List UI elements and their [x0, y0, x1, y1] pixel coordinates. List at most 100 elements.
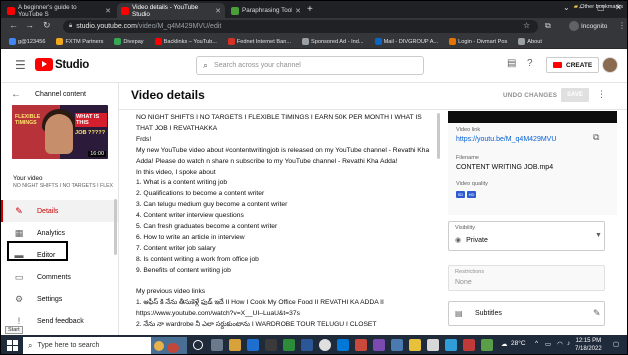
edge-icon[interactable] [337, 339, 349, 351]
pencil-icon[interactable]: ✎ [593, 308, 601, 319]
bookmark-item[interactable]: Login - Divmart Pos [449, 38, 507, 45]
bookmark-item[interactable]: About [518, 38, 542, 45]
photos-icon[interactable] [355, 339, 367, 351]
more-options-icon[interactable]: ⋮ [597, 89, 606, 100]
youtube-logo-icon [35, 58, 53, 71]
app-icon[interactable] [409, 339, 421, 351]
temperature-label[interactable]: 28°C [511, 340, 526, 347]
left-sidebar: ← Channel content FLEXIBLE TIMINGS WHAT … [1, 83, 119, 339]
visibility-value: Private [466, 236, 488, 244]
taskbar-search-input[interactable]: ⌕ Type here to search [23, 337, 151, 354]
sidebar-item-comments[interactable]: ▭ Comments [1, 266, 118, 288]
video-preview-player[interactable] [448, 111, 617, 123]
close-tab-icon[interactable]: ✕ [105, 7, 111, 15]
tab-youtube-guide[interactable]: A beginner's guide to YouTube S ✕ [3, 3, 115, 18]
weather-icon[interactable]: ☁ [501, 340, 508, 348]
star-icon[interactable]: ☆ [523, 21, 530, 30]
youtube-favicon-icon [121, 6, 129, 15]
sidebar-scrollbar[interactable] [114, 199, 117, 255]
app-icon[interactable] [481, 339, 493, 351]
video-info-card: Video link https://youtu.be/M_q4M429MVU … [448, 123, 617, 215]
tray-chevron-icon[interactable]: ^ [535, 340, 538, 347]
close-tab-icon[interactable]: ✕ [295, 7, 301, 15]
system-clock[interactable]: 12:15 PM 7/18/2022 [575, 337, 602, 353]
sidebar-item-settings[interactable]: ⚙ Settings [1, 288, 118, 310]
sidebar-item-details[interactable]: ✎ Details [1, 200, 118, 222]
bookmark-item[interactable]: Backlinks – YouTub... [154, 38, 217, 45]
forward-arrow-icon[interactable]: → [25, 20, 34, 30]
app-icon[interactable] [445, 339, 457, 351]
new-tab-icon[interactable]: + [307, 4, 313, 15]
account-avatar[interactable] [602, 57, 618, 73]
app-icon[interactable] [427, 339, 439, 351]
bookmark-label: Login - Divmart Pos [458, 38, 508, 45]
reload-icon[interactable]: ↻ [43, 20, 51, 31]
filename-value: CONTENT WRITING JOB.mp4 [456, 164, 554, 171]
battery-icon[interactable]: ▭ [545, 340, 551, 348]
bookmark-item[interactable]: Mail - DIVGROUP A... [374, 38, 438, 45]
restrictions-label: Restrictions [455, 269, 485, 275]
sidebar-item-label: Details [37, 207, 59, 215]
file-explorer-icon[interactable] [229, 339, 241, 351]
mail-icon[interactable] [247, 339, 259, 351]
task-view-icon[interactable] [211, 339, 223, 351]
thumbnail-right-top-text: WHAT IS THIS [75, 113, 107, 128]
store-icon[interactable] [265, 339, 277, 351]
bookmark-item[interactable]: Fednet Internet Ban... [227, 38, 291, 45]
bookmark-favicon-icon [114, 38, 122, 45]
word-icon[interactable] [301, 339, 313, 351]
search-icon: ⌕ [28, 340, 33, 350]
wifi-icon[interactable]: ◠ [557, 340, 563, 348]
search-highlight-image[interactable] [151, 337, 187, 354]
app-icon[interactable] [463, 339, 475, 351]
incognito-indicator[interactable]: Incognito [569, 21, 607, 31]
excel-icon[interactable] [283, 339, 295, 351]
studio-logo[interactable]: Studio [35, 58, 89, 71]
bookmark-item[interactable]: g@123456 [9, 38, 45, 45]
chrome-icon[interactable] [319, 339, 331, 351]
windows-start-icon[interactable] [7, 340, 18, 351]
description-textarea[interactable]: NO NIGHT SHIFTS I NO TARGETS I FLEXIBLE … [136, 113, 436, 339]
bookmark-item[interactable]: FXTM Partners [56, 38, 103, 45]
cortana-icon[interactable] [193, 340, 203, 350]
main-content: Video details UNDO CHANGES SAVE ⋮ NO NIG… [119, 83, 627, 339]
close-tab-icon[interactable]: ✕ [215, 7, 221, 15]
tab-video-details[interactable]: Video details - YouTube Studio ✕ [117, 3, 225, 18]
description-line: 5. Can fresh graduates become a content … [136, 223, 278, 231]
help-icon[interactable]: ? [527, 58, 533, 69]
bookmark-favicon-icon [449, 38, 457, 45]
app-icon[interactable] [373, 339, 385, 351]
chevron-down-icon[interactable]: ⌄ [563, 3, 570, 12]
description-line: 4. Content writer interview questions [136, 212, 244, 220]
volume-icon[interactable]: ♪ [567, 340, 570, 347]
hamburger-menu-icon[interactable]: ☰ [15, 58, 26, 72]
sidebar-item-label: Comments [37, 273, 71, 281]
subtitles-row[interactable]: ▤ Subtitles ✎ [448, 301, 605, 326]
description-scrollbar[interactable] [437, 113, 440, 159]
back-arrow-icon[interactable]: ← [9, 20, 18, 30]
channel-content-link[interactable]: Channel content [35, 91, 86, 98]
tab-quillbot[interactable]: Paraphrasing Tool | QuillBot AI ✕ [227, 3, 305, 18]
copy-icon[interactable]: ⧉ [593, 132, 599, 143]
feedback-message-icon[interactable]: ▤ [507, 58, 516, 69]
back-arrow-icon[interactable]: ← [11, 89, 21, 100]
bookmark-item[interactable]: Sponsored Ad - Ind... [302, 38, 364, 45]
bookmark-label: Sponsored Ad - Ind... [311, 38, 364, 45]
notification-icon[interactable]: ▢ [613, 340, 619, 348]
app-icon[interactable] [391, 339, 403, 351]
menu-dots-icon[interactable]: ⋮ [618, 21, 626, 30]
video-thumbnail[interactable]: FLEXIBLE TIMINGS WHAT IS THIS JOB ????? … [12, 105, 108, 159]
bookmark-item[interactable]: Divepay [114, 38, 144, 45]
address-bar[interactable]: 🔒︎ studio.youtube.com/video/M_q4M429MVU/… [63, 20, 538, 33]
save-button[interactable]: SAVE [561, 88, 589, 102]
extensions-icon[interactable]: ⧉ [545, 21, 551, 31]
create-button[interactable]: CREATE [546, 57, 600, 73]
undo-changes-button[interactable]: UNDO CHANGES [503, 92, 557, 99]
video-link[interactable]: https://youtu.be/M_q4M429MVU [456, 136, 556, 143]
other-bookmarks[interactable]: ▰ Other bookmarks [574, 4, 623, 10]
thumbnail-left-text: FLEXIBLE TIMINGS [15, 114, 41, 126]
visibility-select[interactable]: Visibility ◉ Private ▼ [448, 221, 605, 251]
description-line: 1. ఆఫీస్ కి నేను తీసుకెళ్లే ఫుడ్ ఇదే II … [136, 299, 384, 307]
editor-highlight-box [7, 241, 68, 261]
channel-search-input[interactable]: ⌕ Search across your channel [196, 56, 424, 75]
